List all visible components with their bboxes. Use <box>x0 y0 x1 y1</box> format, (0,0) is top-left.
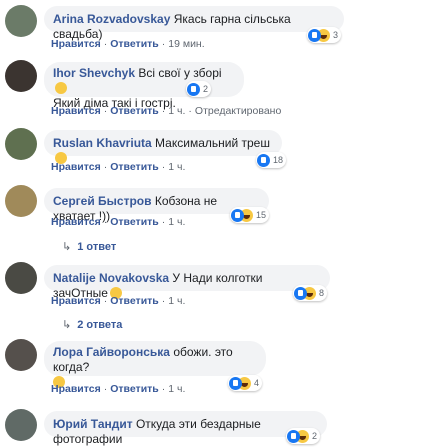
timestamp[interactable]: 1 ч. <box>168 383 185 395</box>
comment-bubble: Лора Гайворонська обожи. это когда? <box>44 341 266 388</box>
reply-link[interactable]: Ответить <box>110 216 159 228</box>
like-link[interactable]: Нравится <box>51 105 101 117</box>
timestamp[interactable]: 1 ч. <box>168 216 185 228</box>
comment-actions: Нравится · Ответить · 1 ч. <box>51 295 186 307</box>
view-replies-link[interactable]: ↳ 2 ответа <box>62 318 122 331</box>
reaction-summary[interactable]: 15 <box>230 207 270 223</box>
comment-actions: Нравится · Ответить · 1 ч. <box>51 216 186 228</box>
timestamp[interactable]: 1 ч. <box>168 295 185 307</box>
commenter-name[interactable]: Сергей Быстров <box>53 194 152 208</box>
edited-label: Отредактировано <box>194 105 282 117</box>
commenter-name[interactable]: Ihor Shevchyk <box>53 66 135 80</box>
like-icon <box>257 153 270 167</box>
reply-link[interactable]: Ответить <box>110 38 159 50</box>
reaction-summary[interactable]: 3 <box>307 27 342 43</box>
reaction-count: 15 <box>256 210 267 220</box>
avatar[interactable] <box>5 5 37 37</box>
comment-bubble: Юрий Тандит Откуда эти бездарные фотогра… <box>44 411 327 446</box>
like-link[interactable]: Нравится <box>51 161 101 173</box>
comment-actions: Нравится · Ответить · 19 мин. <box>51 38 205 50</box>
timestamp[interactable]: 19 мин. <box>168 38 204 50</box>
comment-bubble: Natalije Novakovska У Нади колготки зачО… <box>44 265 330 300</box>
commenter-name[interactable]: Лора Гайворонська <box>53 345 170 359</box>
reply-arrow-icon: ↳ <box>62 241 72 253</box>
reaction-summary[interactable]: 2 <box>286 428 321 444</box>
timestamp[interactable]: 1 ч. <box>168 161 185 173</box>
comment-actions: Нравится · Ответить · 1 ч. <box>51 383 186 395</box>
comment-text: Максимальний треш <box>155 136 270 150</box>
comment-bubble: Arina Rozvadovskay Якась гарна сільська … <box>44 6 344 41</box>
avatar[interactable] <box>5 185 37 217</box>
reaction-summary[interactable]: 18 <box>256 152 287 168</box>
reaction-count: 18 <box>273 155 284 165</box>
like-link[interactable]: Нравится <box>51 216 101 228</box>
like-icon <box>229 376 242 390</box>
like-icon <box>187 82 200 96</box>
comment-bubble: Ihor Shevchyk Всі свої у зборі Який діма… <box>44 62 244 110</box>
commenter-name[interactable]: Arina Rozvadovskay <box>53 12 170 26</box>
commenter-name[interactable]: Natalije Novakovska <box>53 271 169 285</box>
avatar[interactable] <box>5 60 37 92</box>
avatar[interactable] <box>5 128 37 160</box>
timestamp[interactable]: 1 ч. <box>168 105 185 117</box>
reply-link[interactable]: Ответить <box>110 161 159 173</box>
comment-text: Всі свої у зборі <box>138 66 222 80</box>
comment-bubble: Ruslan Khavriuta Максимальний треш <box>44 130 282 164</box>
reply-arrow-icon: ↳ <box>62 319 72 331</box>
reaction-summary[interactable]: 8 <box>293 285 328 301</box>
reply-link[interactable]: Ответить <box>110 383 159 395</box>
avatar[interactable] <box>5 262 37 294</box>
reaction-count: 8 <box>319 288 325 298</box>
emoji-icon <box>55 82 67 94</box>
view-replies-link[interactable]: ↳ 1 ответ <box>62 240 116 253</box>
like-icon <box>231 208 244 222</box>
reaction-summary[interactable]: 4 <box>228 375 263 391</box>
like-icon <box>308 28 321 42</box>
like-link[interactable]: Нравится <box>51 38 101 50</box>
commenter-name[interactable]: Юрий Тандит <box>53 417 133 431</box>
comment-actions: Нравится · Ответить · 1 ч. <box>51 161 186 173</box>
reply-link[interactable]: Ответить <box>110 295 159 307</box>
reaction-summary[interactable]: 2 <box>186 81 212 97</box>
like-link[interactable]: Нравится <box>51 295 101 307</box>
comment-actions: Нравится · Ответить · 1 ч. · Отредактировано <box>51 105 282 117</box>
like-link[interactable]: Нравится <box>51 383 101 395</box>
avatar[interactable] <box>5 339 37 371</box>
like-icon <box>294 286 307 300</box>
commenter-name[interactable]: Ruslan Khavriuta <box>53 136 152 150</box>
reaction-count: 2 <box>203 84 209 94</box>
reaction-count: 4 <box>254 378 260 388</box>
reaction-count: 2 <box>312 431 318 441</box>
reaction-count: 3 <box>333 30 339 40</box>
reply-link[interactable]: Ответить <box>110 105 159 117</box>
avatar[interactable] <box>5 409 37 441</box>
